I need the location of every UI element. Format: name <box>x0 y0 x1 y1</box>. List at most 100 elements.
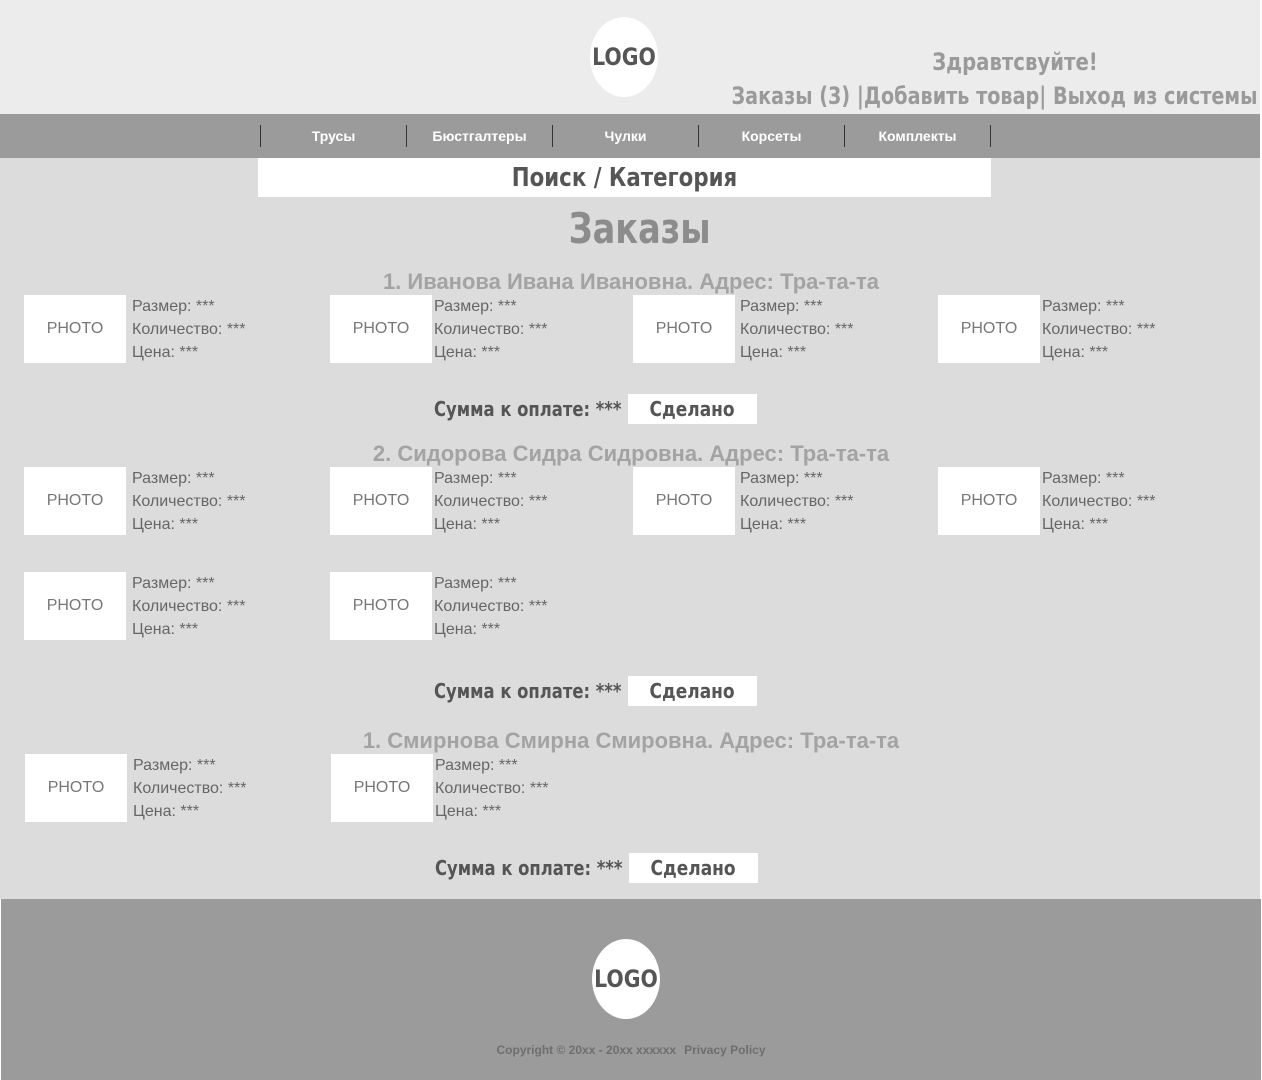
product-size: Размер: *** <box>1042 470 1125 487</box>
product-photo[interactable]: PHOTO <box>330 295 432 363</box>
product-photo[interactable]: PHOTO <box>633 295 735 363</box>
product-photo[interactable]: PHOTO <box>938 295 1040 363</box>
page-title: Заказы <box>0 204 1262 253</box>
product-size: Размер: *** <box>132 298 215 315</box>
product-price: Цена: *** <box>132 621 199 638</box>
nav-separator: | <box>1038 82 1053 110</box>
product-quantity: Количество: *** <box>132 321 246 338</box>
product-info: Размер: *** Количество: *** Цена: *** <box>434 467 548 536</box>
product-size: Размер: *** <box>132 575 215 592</box>
product-size: Размер: *** <box>434 470 517 487</box>
product-quantity: Количество: *** <box>133 780 247 797</box>
product-info: Размер: *** Количество: *** Цена: *** <box>434 572 548 641</box>
privacy-policy-link[interactable]: Privacy Policy <box>684 1043 765 1057</box>
order-total: Сумма к оплате: *** <box>435 856 623 880</box>
product-size: Размер: *** <box>1042 298 1125 315</box>
footer: LOGO Copyright © 20xx - 20xx xxxxxx Priva… <box>1 899 1261 1080</box>
product-photo[interactable]: PHOTO <box>331 754 433 822</box>
product-photo[interactable]: PHOTO <box>633 467 735 535</box>
greeting: Здравтсвуйте! <box>932 48 1098 76</box>
order-title: 1. Иванова Ивана Ивановна. Адрес: Тра-та… <box>382 269 880 294</box>
copyright-text: Copyright © 20xx - 20xx xxxxxx <box>496 1043 677 1057</box>
product-size: Размер: *** <box>740 470 823 487</box>
header-logo[interactable]: LOGO <box>590 17 658 97</box>
header-logo-text: LOGO <box>592 43 656 71</box>
add-product-link[interactable]: Добавить товар <box>863 82 1038 110</box>
product-size: Размер: *** <box>434 575 517 592</box>
product-photo[interactable]: PHOTO <box>938 467 1040 535</box>
product-quantity: Количество: *** <box>1042 321 1156 338</box>
product-quantity: Количество: *** <box>132 493 246 510</box>
product-price: Цена: *** <box>434 516 501 533</box>
product-quantity: Количество: *** <box>1042 493 1156 510</box>
nav-separator: | <box>849 82 864 110</box>
done-button[interactable]: Сделано <box>628 394 757 424</box>
footer-text: Copyright © 20xx - 20xx xxxxxx Privacy Po… <box>1 1043 1261 1057</box>
product-photo[interactable]: PHOTO <box>25 754 127 822</box>
product-size: Размер: *** <box>740 298 823 315</box>
product-price: Цена: *** <box>1042 516 1109 533</box>
product-price: Цена: *** <box>1042 344 1109 361</box>
product-price: Цена: *** <box>434 344 501 361</box>
product-photo[interactable]: PHOTO <box>24 295 126 363</box>
product-quantity: Количество: *** <box>435 780 549 797</box>
category-nav: Трусы Бюстгалтеры Чулки Корсеты Комплект… <box>0 114 1260 158</box>
order-total: Сумма к оплате: *** <box>434 397 622 421</box>
nav-item-corsets[interactable]: Корсеты <box>698 125 844 147</box>
done-button-label: Сделано <box>650 856 737 880</box>
search-category-label: Поиск / Категория <box>511 162 738 193</box>
order-title: 1. Смирнова Смирна Смировна. Адрес: Тра-… <box>362 728 900 753</box>
product-price: Цена: *** <box>132 516 199 533</box>
nav-item-panties[interactable]: Трусы <box>260 125 406 147</box>
product-quantity: Количество: *** <box>740 321 854 338</box>
product-info: Размер: *** Количество: *** Цена: *** <box>740 295 854 364</box>
nav-item-stockings[interactable]: Чулки <box>552 125 698 147</box>
product-photo[interactable]: PHOTO <box>24 572 126 640</box>
orders-link[interactable]: Заказы (3) <box>731 82 850 110</box>
product-quantity: Количество: *** <box>434 321 548 338</box>
product-info: Размер: *** Количество: *** Цена: *** <box>435 754 549 823</box>
product-price: Цена: *** <box>740 516 807 533</box>
product-info: Размер: *** Количество: *** Цена: *** <box>133 754 247 823</box>
page-title-text: Заказы <box>569 204 711 253</box>
done-button-label: Сделано <box>649 397 736 421</box>
product-price: Цена: *** <box>434 621 501 638</box>
product-quantity: Количество: *** <box>740 493 854 510</box>
product-info: Размер: *** Количество: *** Цена: *** <box>1042 295 1156 364</box>
done-button[interactable]: Сделано <box>629 853 758 883</box>
order-total: Сумма к оплате: *** <box>434 679 622 703</box>
product-price: Цена: *** <box>740 344 807 361</box>
product-price: Цена: *** <box>133 803 200 820</box>
main-content: Поиск / Категория Заказы 1. Иванова Иван… <box>0 158 1260 899</box>
nav-item-bras[interactable]: Бюстгалтеры <box>406 125 552 147</box>
nav-divider <box>990 125 991 147</box>
product-quantity: Количество: *** <box>434 598 548 615</box>
footer-logo-text: LOGO <box>594 965 658 993</box>
product-info: Размер: *** Количество: *** Цена: *** <box>132 295 246 364</box>
product-info: Размер: *** Количество: *** Цена: *** <box>1042 467 1156 536</box>
nav-item-sets[interactable]: Комплекты <box>844 125 990 147</box>
product-price: Цена: *** <box>132 344 199 361</box>
search-category-bar[interactable]: Поиск / Категория <box>258 158 991 197</box>
product-photo[interactable]: PHOTO <box>24 467 126 535</box>
footer-logo[interactable]: LOGO <box>592 939 660 1019</box>
product-quantity: Количество: *** <box>434 493 548 510</box>
done-button[interactable]: Сделано <box>628 676 757 706</box>
product-size: Размер: *** <box>434 298 517 315</box>
product-price: Цена: *** <box>435 803 502 820</box>
product-info: Размер: *** Количество: *** Цена: *** <box>740 467 854 536</box>
user-nav: Заказы (3) |Добавить товар| Выход из сис… <box>731 82 1257 110</box>
header: LOGO Здравтсвуйте! Заказы (3) |Добавить … <box>0 0 1260 114</box>
done-button-label: Сделано <box>649 679 736 703</box>
order-title: 2. Сидорова Сидра Сидровна. Адрес: Тра-т… <box>372 441 890 466</box>
product-size: Размер: *** <box>132 470 215 487</box>
product-size: Размер: *** <box>133 757 216 774</box>
logout-link[interactable]: Выход из системы <box>1053 82 1257 110</box>
product-quantity: Количество: *** <box>132 598 246 615</box>
product-photo[interactable]: PHOTO <box>330 467 432 535</box>
product-info: Размер: *** Количество: *** Цена: *** <box>434 295 548 364</box>
product-size: Размер: *** <box>435 757 518 774</box>
product-info: Размер: *** Количество: *** Цена: *** <box>132 467 246 536</box>
product-info: Размер: *** Количество: *** Цена: *** <box>132 572 246 641</box>
product-photo[interactable]: PHOTO <box>330 572 432 640</box>
